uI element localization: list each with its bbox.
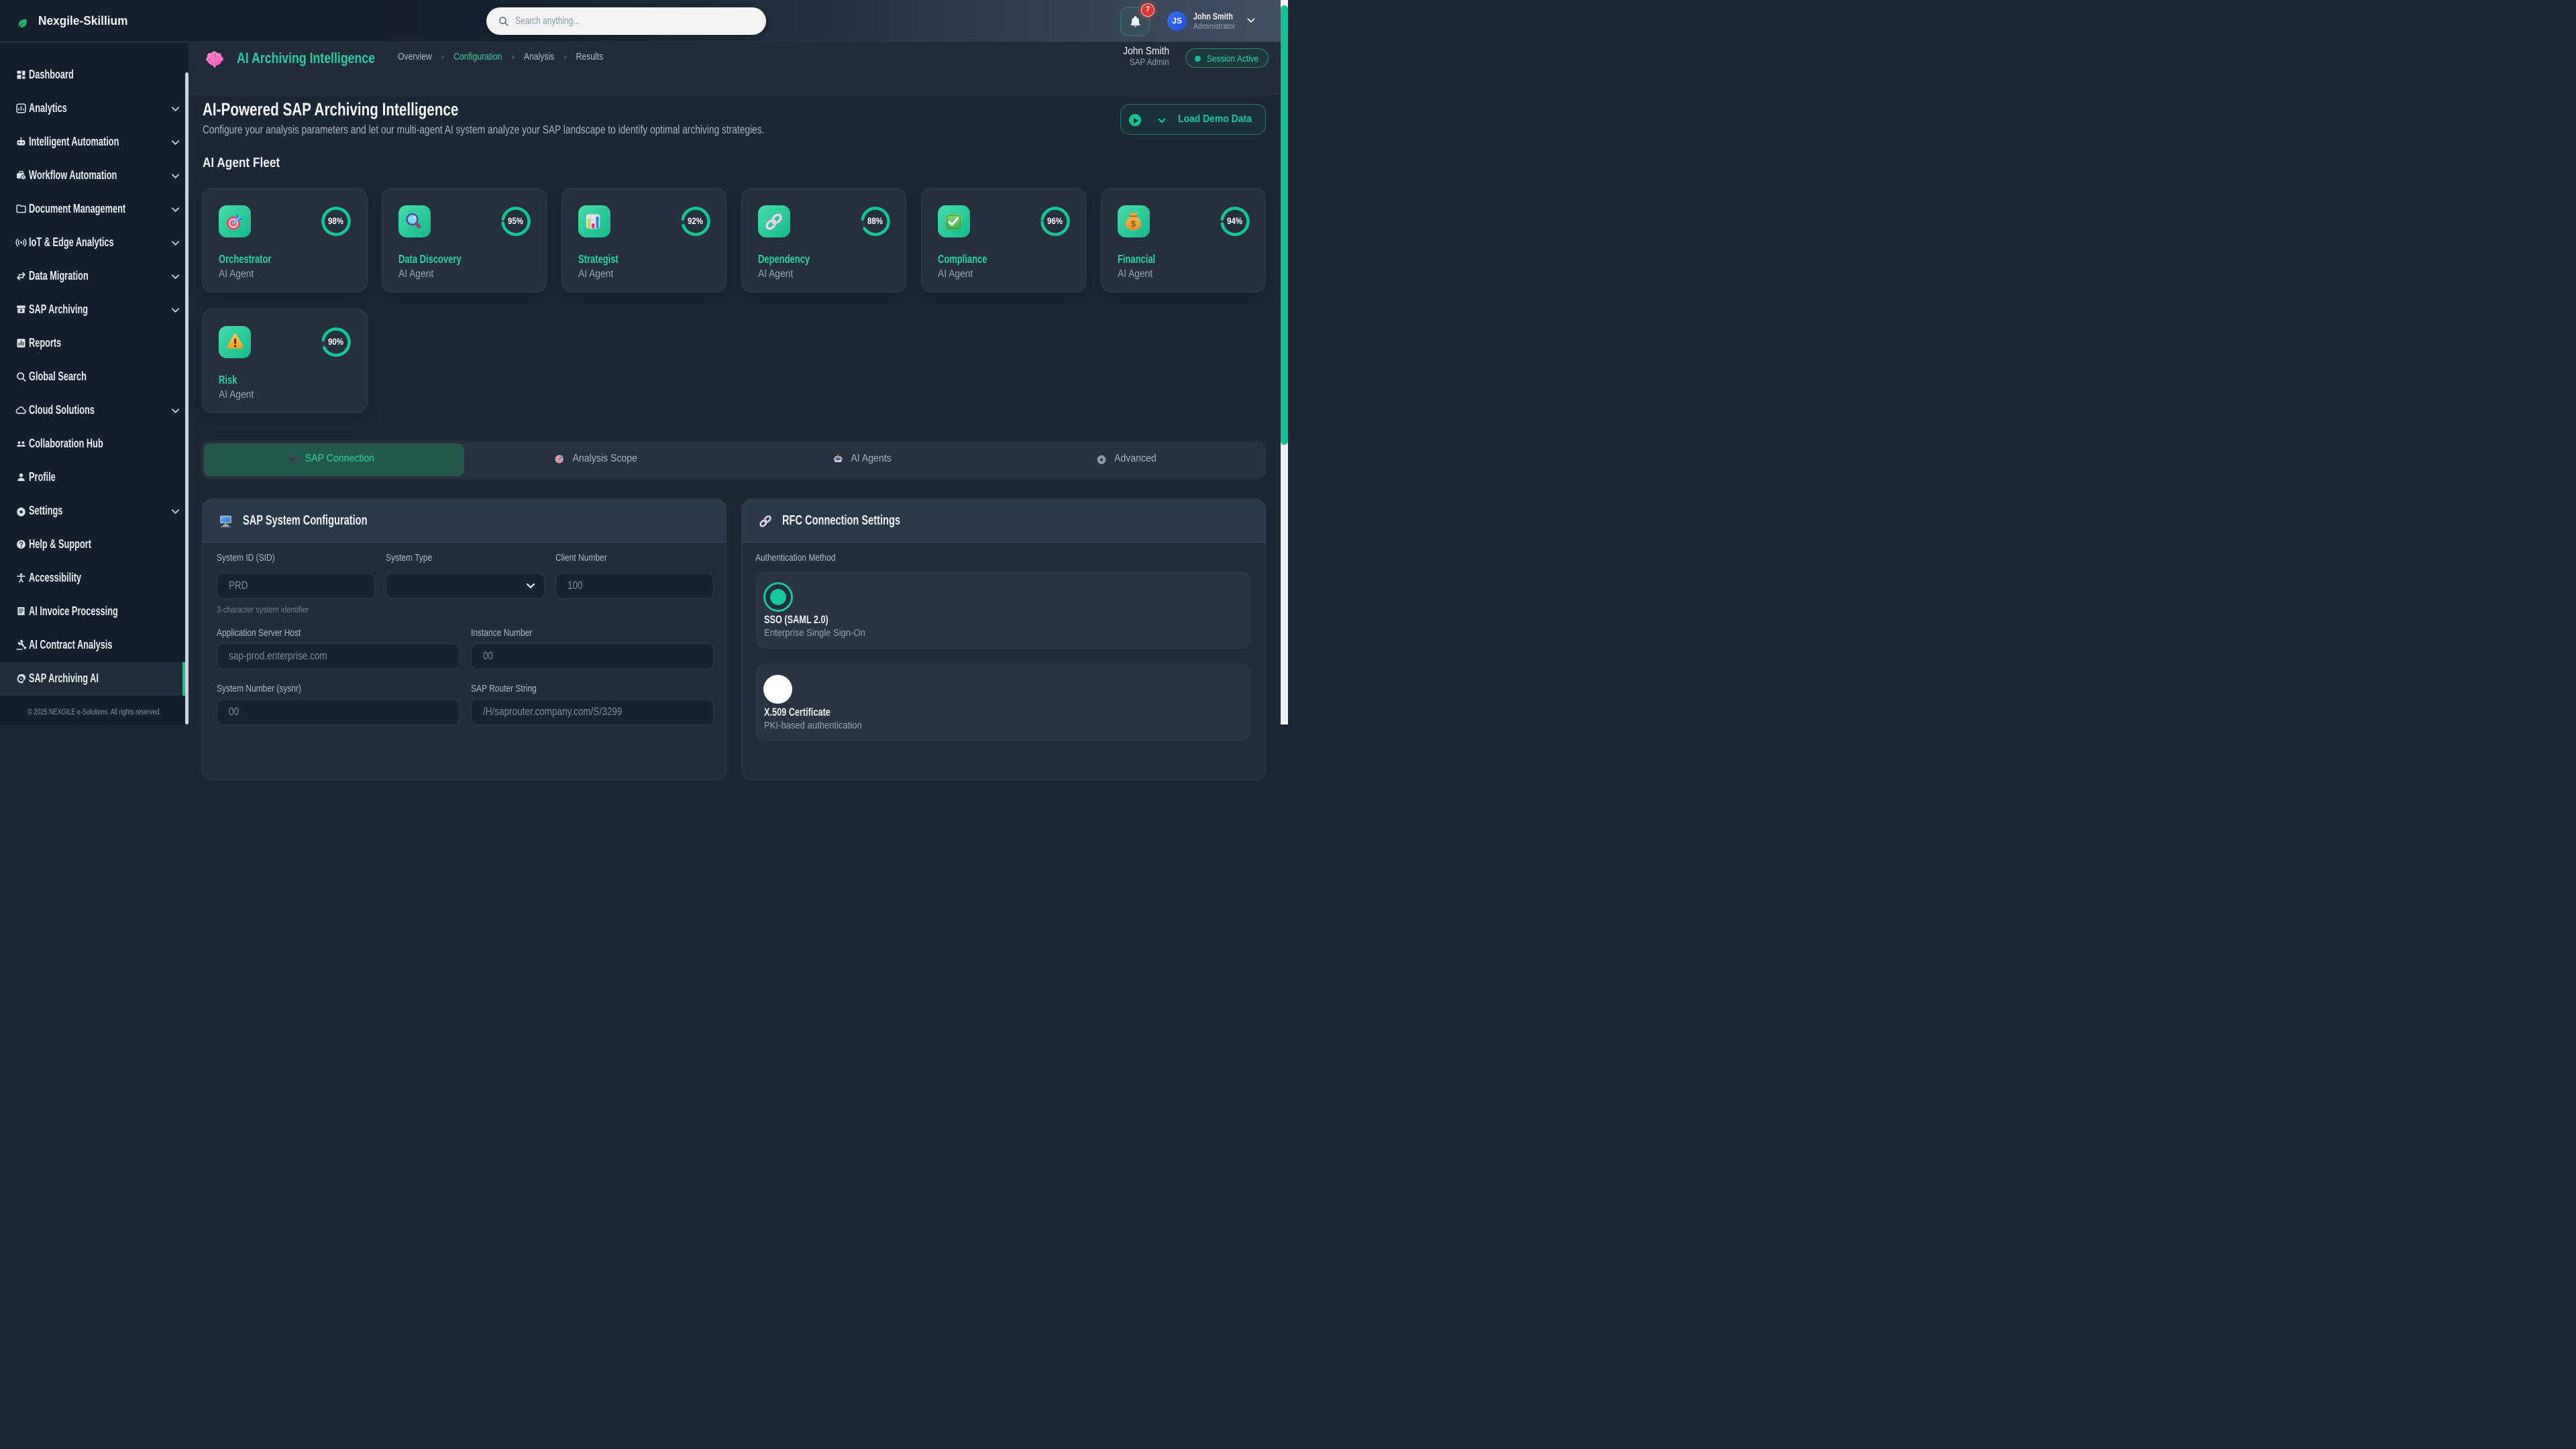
svg-text:$: $ xyxy=(1131,219,1136,228)
